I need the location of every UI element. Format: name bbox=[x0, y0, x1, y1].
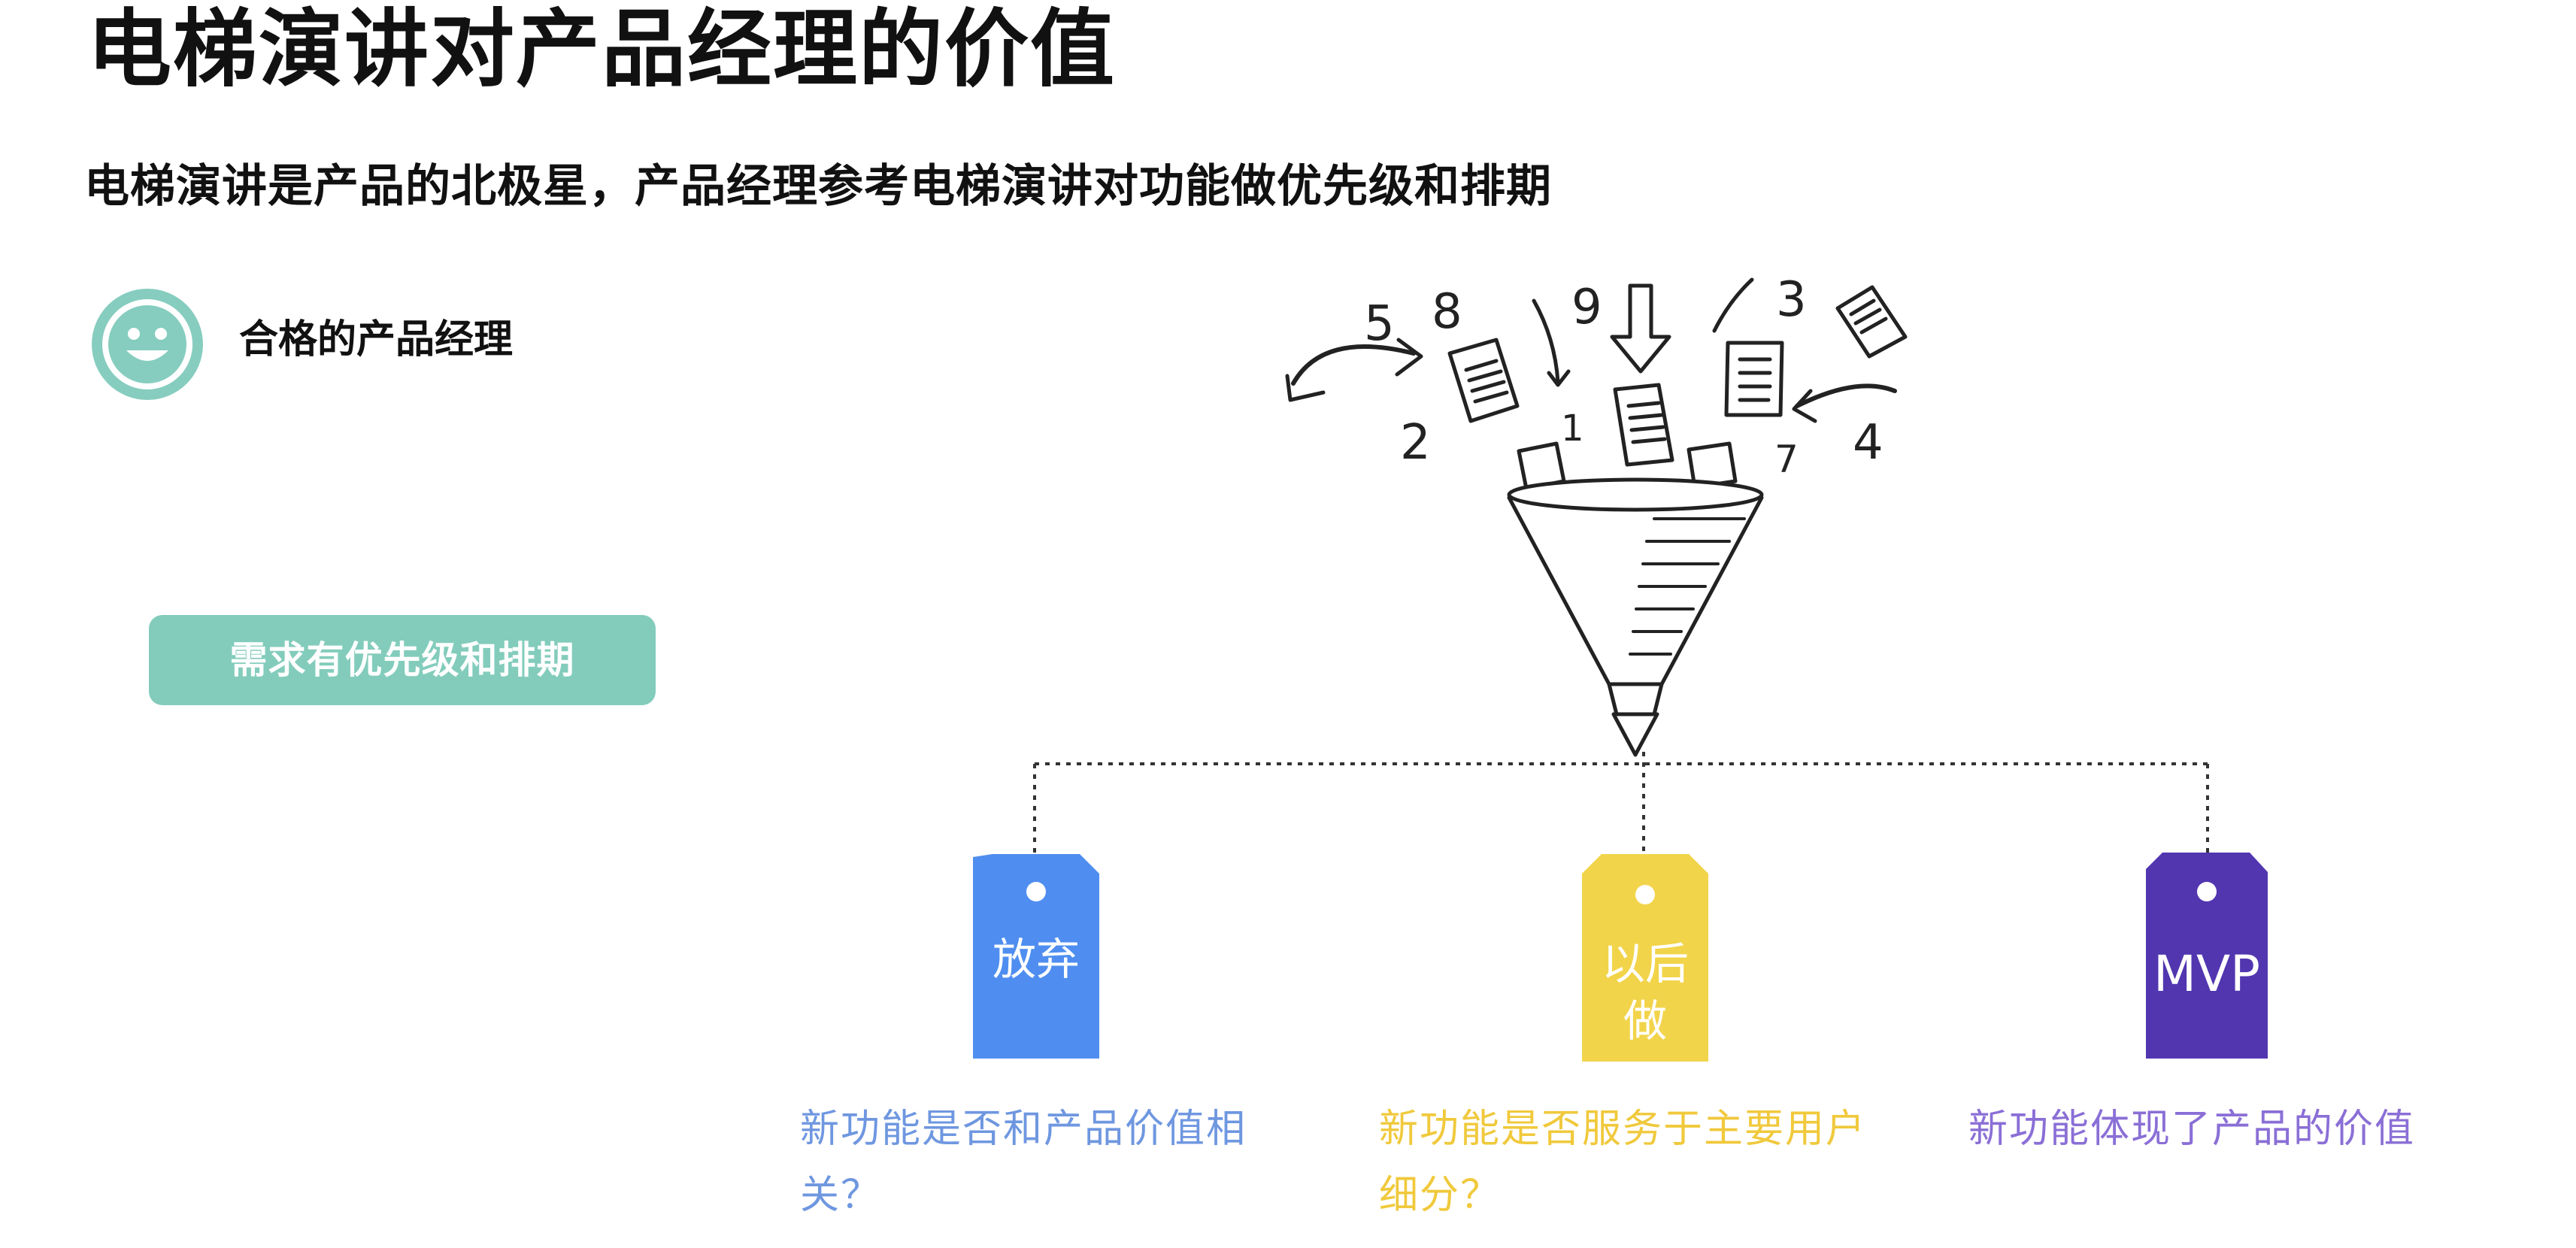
number-9: 9 bbox=[1571, 280, 1602, 335]
funnel-diagram: 5 8 9 3 2 1 4 7 bbox=[973, 272, 2268, 1062]
number-1: 1 bbox=[1561, 407, 1584, 450]
number-4: 4 bbox=[1853, 415, 1884, 471]
tag-mvp-label: MVP bbox=[2153, 945, 2260, 1003]
paper-icon bbox=[1447, 338, 1520, 423]
tag-abandon-label: 放弃 bbox=[992, 934, 1080, 985]
paper-icon bbox=[1613, 383, 1674, 467]
paper-icon bbox=[1835, 285, 1908, 359]
paper-icon bbox=[1724, 341, 1784, 417]
tag-later-label: 以后做 bbox=[1601, 938, 1689, 1047]
tag-abandon-description: 新功能是否和产品价值相关？ bbox=[800, 1107, 1247, 1218]
number-7: 7 bbox=[1774, 438, 1799, 481]
number-3: 3 bbox=[1776, 272, 1807, 328]
connector-lines bbox=[1033, 752, 2209, 853]
number-2: 2 bbox=[1400, 415, 1431, 471]
number-8: 8 bbox=[1432, 284, 1462, 340]
tag-mvp-description: 新功能体现了产品的价值 bbox=[1968, 1107, 2416, 1152]
number-5: 5 bbox=[1364, 296, 1395, 352]
tag-later-description: 新功能是否服务于主要用户细分？ bbox=[1379, 1107, 1867, 1218]
